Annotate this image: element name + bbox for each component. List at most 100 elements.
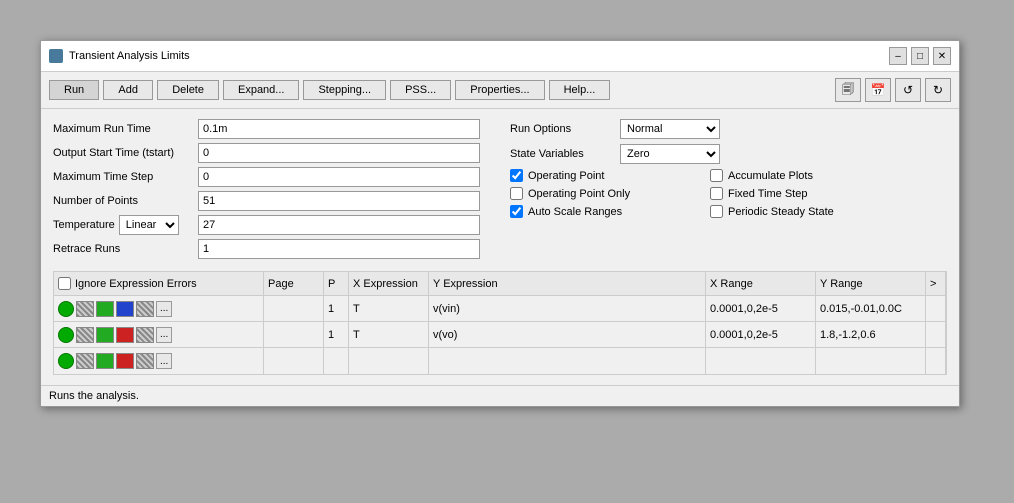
num-points-input[interactable]	[198, 191, 480, 211]
output-start-input[interactable]	[198, 143, 480, 163]
checkbox-row-2: Operating Point Only Fixed Time Step	[510, 187, 947, 200]
status-bar: Runs the analysis.	[41, 385, 959, 406]
td-p-1[interactable]: 1	[324, 296, 349, 321]
auto-scale-checkbox[interactable]	[510, 205, 523, 218]
status-indicator-3	[58, 353, 74, 369]
delete-button[interactable]: Delete	[157, 80, 219, 100]
state-variables-row: State Variables Zero Initial Conditions …	[510, 144, 947, 164]
output-start-label: Output Start Time (tstart)	[53, 147, 198, 159]
th-xexpr: X Expression	[349, 272, 429, 295]
red-icon-3[interactable]	[116, 353, 134, 369]
td-xrange-1[interactable]: 0.0001,0,2e-5	[706, 296, 816, 321]
add-button[interactable]: Add	[103, 80, 153, 100]
td-page-3[interactable]	[264, 348, 324, 374]
td-xexpr-2[interactable]: T	[349, 322, 429, 347]
auto-scale-label: Auto Scale Ranges	[528, 206, 622, 218]
striped-icon-1[interactable]	[136, 301, 154, 317]
periodic-steady-label: Periodic Steady State	[728, 206, 834, 218]
green-icon-1[interactable]	[96, 301, 114, 317]
close-button[interactable]: ✕	[933, 47, 951, 65]
expand-button[interactable]: Expand...	[223, 80, 299, 100]
td-more-3	[926, 348, 946, 374]
left-column: Maximum Run Time Output Start Time (tsta…	[53, 119, 500, 263]
temperature-row: Temperature Linear Log	[53, 215, 480, 235]
td-yrange-2[interactable]: 1.8,-1.2,0.6	[816, 322, 926, 347]
td-xexpr-1[interactable]: T	[349, 296, 429, 321]
td-yrange-3[interactable]	[816, 348, 926, 374]
redo-button[interactable]: ↻	[925, 78, 951, 102]
expression-table: Ignore Expression Errors Page P X Expres…	[53, 271, 947, 375]
operating-point-checkbox[interactable]	[510, 169, 523, 182]
max-run-time-label: Maximum Run Time	[53, 123, 198, 135]
wave-icon-2[interactable]	[76, 327, 94, 343]
table-row: ... 1 T v(vin) 0.0001,0,2e-5 0.015,-0.01…	[54, 296, 946, 322]
undo-button[interactable]: ↺	[895, 78, 921, 102]
td-page-1[interactable]	[264, 296, 324, 321]
auto-scale-group: Auto Scale Ranges	[510, 205, 710, 218]
td-yexpr-2[interactable]: v(vo)	[429, 322, 706, 347]
minimize-button[interactable]: –	[889, 47, 907, 65]
striped-icon-3[interactable]	[136, 353, 154, 369]
window-icon	[49, 49, 63, 63]
td-xexpr-3[interactable]	[349, 348, 429, 374]
td-yexpr-1[interactable]: v(vin)	[429, 296, 706, 321]
td-xrange-3[interactable]	[706, 348, 816, 374]
td-xrange-2[interactable]: 0.0001,0,2e-5	[706, 322, 816, 347]
row-icons-1: ...	[54, 296, 264, 321]
op-only-checkbox[interactable]	[510, 187, 523, 200]
row-more-btn-3[interactable]: ...	[156, 353, 172, 369]
red-icon-2[interactable]	[116, 327, 134, 343]
icon-btn-2[interactable]: 📅	[865, 78, 891, 102]
help-button[interactable]: Help...	[549, 80, 611, 100]
fixed-time-group: Fixed Time Step	[710, 187, 807, 200]
temperature-input[interactable]	[198, 215, 480, 235]
green-icon-3[interactable]	[96, 353, 114, 369]
row-more-btn-2[interactable]: ...	[156, 327, 172, 343]
th-p: P	[324, 272, 349, 295]
fixed-time-checkbox[interactable]	[710, 187, 723, 200]
periodic-steady-checkbox[interactable]	[710, 205, 723, 218]
max-run-time-input[interactable]	[198, 119, 480, 139]
operating-point-group: Operating Point	[510, 169, 710, 182]
td-p-2[interactable]: 1	[324, 322, 349, 347]
striped-icon-2[interactable]	[136, 327, 154, 343]
fixed-time-label: Fixed Time Step	[728, 188, 807, 200]
right-column: Run Options Normal Monte Carlo Worst Cas…	[500, 119, 947, 263]
accumulate-plots-checkbox[interactable]	[710, 169, 723, 182]
title-controls: – □ ✕	[889, 47, 951, 65]
temperature-label-group: Temperature Linear Log	[53, 215, 198, 235]
wave-icon-1[interactable]	[76, 301, 94, 317]
stepping-button[interactable]: Stepping...	[303, 80, 386, 100]
max-time-step-label: Maximum Time Step	[53, 171, 198, 183]
properties-button[interactable]: Properties...	[455, 80, 544, 100]
run-options-row: Run Options Normal Monte Carlo Worst Cas…	[510, 119, 947, 139]
temperature-label: Temperature	[53, 219, 115, 231]
status-indicator-2	[58, 327, 74, 343]
window-title: Transient Analysis Limits	[69, 50, 190, 62]
ignore-errors-checkbox[interactable]	[58, 277, 71, 290]
blue-icon-1[interactable]	[116, 301, 134, 317]
td-page-2[interactable]	[264, 322, 324, 347]
temperature-mode-select[interactable]: Linear Log	[119, 215, 179, 235]
green-icon-2[interactable]	[96, 327, 114, 343]
accumulate-plots-group: Accumulate Plots	[710, 169, 813, 182]
table-header: Ignore Expression Errors Page P X Expres…	[54, 272, 946, 296]
run-options-select[interactable]: Normal Monte Carlo Worst Case	[620, 119, 720, 139]
op-only-label: Operating Point Only	[528, 188, 630, 200]
max-time-step-input[interactable]	[198, 167, 480, 187]
retrace-input[interactable]	[198, 239, 480, 259]
num-points-label: Number of Points	[53, 195, 198, 207]
maximize-button[interactable]: □	[911, 47, 929, 65]
td-yrange-1[interactable]: 0.015,-0.01,0.0C	[816, 296, 926, 321]
td-p-3[interactable]	[324, 348, 349, 374]
th-yrange: Y Range	[816, 272, 926, 295]
row-more-btn-1[interactable]: ...	[156, 301, 172, 317]
pss-button[interactable]: PSS...	[390, 80, 451, 100]
run-button[interactable]: Run	[49, 80, 99, 100]
state-variables-select[interactable]: Zero Initial Conditions Previous	[620, 144, 720, 164]
td-yexpr-3[interactable]	[429, 348, 706, 374]
retrace-row: Retrace Runs	[53, 239, 480, 259]
num-points-row: Number of Points	[53, 191, 480, 211]
wave-icon-3[interactable]	[76, 353, 94, 369]
icon-btn-1[interactable]: 🗐	[835, 78, 861, 102]
